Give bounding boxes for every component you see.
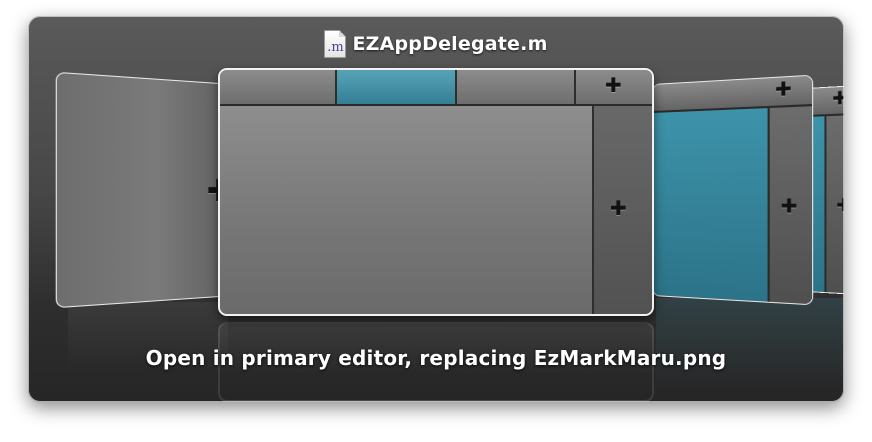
action-description: Open in primary editor, replacing EzMark…	[145, 346, 727, 370]
tab-1[interactable]	[220, 70, 337, 104]
objc-source-file-icon: .m	[324, 30, 347, 58]
add-tab-plus-icon: ✚	[832, 87, 844, 110]
primary-editor-pane	[220, 106, 596, 314]
tab-2-active[interactable]	[337, 70, 457, 104]
secondary-editor-pane[interactable]: ✚	[592, 106, 652, 314]
file-icon-extension: .m	[327, 40, 344, 55]
layout-option-primary[interactable]: ✚ ✚	[218, 68, 654, 316]
tab-3[interactable]	[457, 70, 576, 104]
primary-tabbar: ✚	[220, 70, 652, 106]
add-tab-button[interactable]: ✚	[576, 70, 652, 104]
add-editor-plus-icon: ✚	[780, 195, 798, 219]
editor-picker-overlay: .m EZAppDelegate.m ✚ ✚ ✚ ✚ ✚ ✚ Open in p…	[28, 16, 844, 402]
layout-option-right-near[interactable]: ✚ ✚	[652, 74, 814, 306]
add-tab-plus-icon: ✚	[605, 73, 622, 97]
right-card-reflection	[656, 298, 844, 388]
add-editor-plus-icon: ✚	[836, 195, 844, 217]
right-near-side-pane: ✚	[767, 106, 813, 305]
file-name-title: EZAppDelegate.m	[352, 33, 548, 55]
right-near-editor-pane	[652, 108, 768, 302]
overlay-header: .m EZAppDelegate.m	[28, 28, 844, 60]
right-far-side-pane: ✚	[824, 114, 844, 295]
add-editor-plus-icon: ✚	[610, 196, 627, 220]
layout-option-left[interactable]: ✚	[55, 71, 235, 309]
add-tab-plus-icon: ✚	[775, 77, 792, 102]
